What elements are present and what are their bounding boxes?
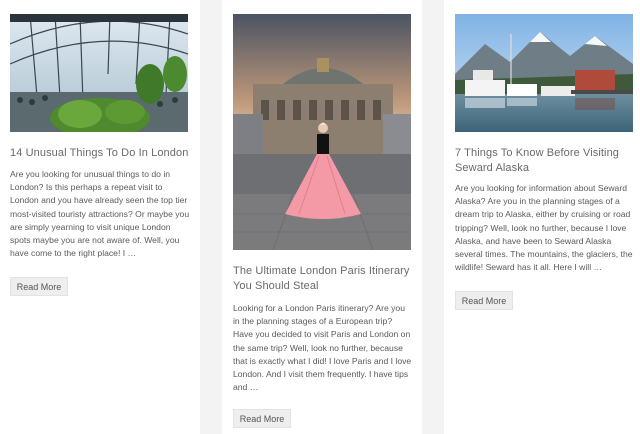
sky-garden-image <box>10 14 188 132</box>
post-thumbnail-link[interactable] <box>455 14 633 132</box>
seward-harbor-image <box>455 14 633 132</box>
post-excerpt: Looking for a London Paris itinerary? Ar… <box>233 303 412 393</box>
blog-post-grid: 14 Unusual Things To Do In London Are yo… <box>0 0 640 434</box>
post-excerpt: Are you looking for information about Se… <box>455 183 633 273</box>
post-card: The Ultimate London Paris Itinerary You … <box>222 0 422 434</box>
post-title[interactable]: 14 Unusual Things To Do In London <box>10 146 190 161</box>
post-title[interactable]: 7 Things To Know Before Visiting Seward … <box>455 146 635 176</box>
post-thumbnail-link[interactable] <box>10 14 188 132</box>
paris-opera-image <box>233 14 411 250</box>
post-card: 14 Unusual Things To Do In London Are yo… <box>0 0 200 434</box>
post-title[interactable]: The Ultimate London Paris Itinerary You … <box>233 264 413 294</box>
read-more-button[interactable]: Read More <box>233 409 291 428</box>
post-card: 7 Things To Know Before Visiting Seward … <box>444 0 640 434</box>
post-thumbnail-link[interactable] <box>233 14 411 250</box>
read-more-button[interactable]: Read More <box>10 277 68 296</box>
post-excerpt: Are you looking for unusual things to do… <box>10 169 190 259</box>
read-more-button[interactable]: Read More <box>455 291 513 310</box>
